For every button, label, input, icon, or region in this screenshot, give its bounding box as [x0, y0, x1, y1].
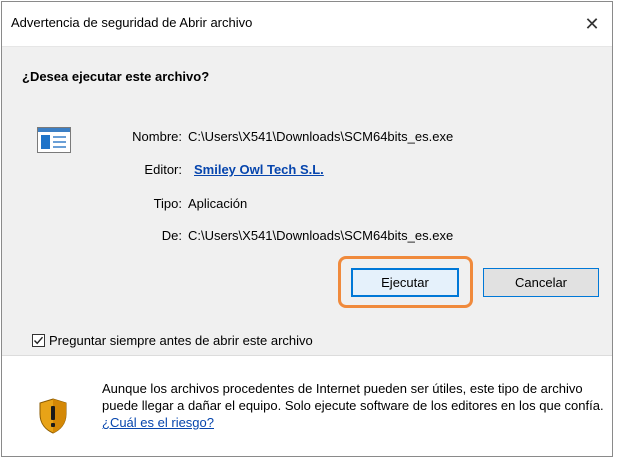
- publisher-label: Editor:: [144, 162, 182, 177]
- close-icon: ✕: [584, 13, 600, 34]
- file-from-value: C:\Users\X541\Downloads\SCM64bits_es.exe: [188, 228, 454, 243]
- publisher-row: Editor: Smiley Owl Tech S.L.: [2, 162, 612, 180]
- file-from-row: De: C:\Users\X541\Downloads\SCM64bits_es…: [2, 228, 612, 246]
- file-from-label: De:: [161, 228, 182, 243]
- cancel-button[interactable]: Cancelar: [483, 268, 599, 297]
- close-button[interactable]: ✕: [572, 2, 612, 46]
- file-type-row: Tipo: Aplicación: [2, 196, 612, 214]
- always-ask-label: Preguntar siempre antes de abrir este ar…: [49, 333, 313, 348]
- checkmark-icon: [33, 336, 44, 345]
- run-button[interactable]: Ejecutar: [351, 268, 459, 297]
- run-question: ¿Desea ejecutar este archivo?: [22, 69, 210, 84]
- publisher-link[interactable]: Smiley Owl Tech S.L.: [194, 162, 324, 177]
- always-ask-checkbox[interactable]: [32, 334, 45, 347]
- risk-link[interactable]: ¿Cuál es el riesgo?: [102, 415, 214, 430]
- window-title: Advertencia de seguridad de Abrir archiv…: [11, 15, 253, 30]
- title-bar: Advertencia de seguridad de Abrir archiv…: [2, 2, 612, 47]
- file-name-value: C:\Users\X541\Downloads\SCM64bits_es.exe: [188, 129, 454, 144]
- security-warning-dialog: Advertencia de seguridad de Abrir archiv…: [1, 1, 613, 457]
- warning-message: Aunque los archivos procedentes de Inter…: [102, 381, 604, 413]
- file-type-value: Aplicación: [188, 196, 248, 211]
- warning-text: Aunque los archivos procedentes de Inter…: [102, 380, 608, 431]
- file-name-label: Nombre:: [132, 129, 182, 144]
- always-ask-option[interactable]: Preguntar siempre antes de abrir este ar…: [32, 333, 313, 348]
- dialog-body: ¿Desea ejecutar este archivo? Nombre: C:…: [2, 47, 612, 355]
- file-name-row: Nombre: C:\Users\X541\Downloads\SCM64bit…: [2, 129, 612, 147]
- security-shield-icon: [38, 398, 68, 437]
- file-type-label: Tipo:: [153, 196, 182, 211]
- warning-footer: Aunque los archivos procedentes de Inter…: [2, 355, 612, 456]
